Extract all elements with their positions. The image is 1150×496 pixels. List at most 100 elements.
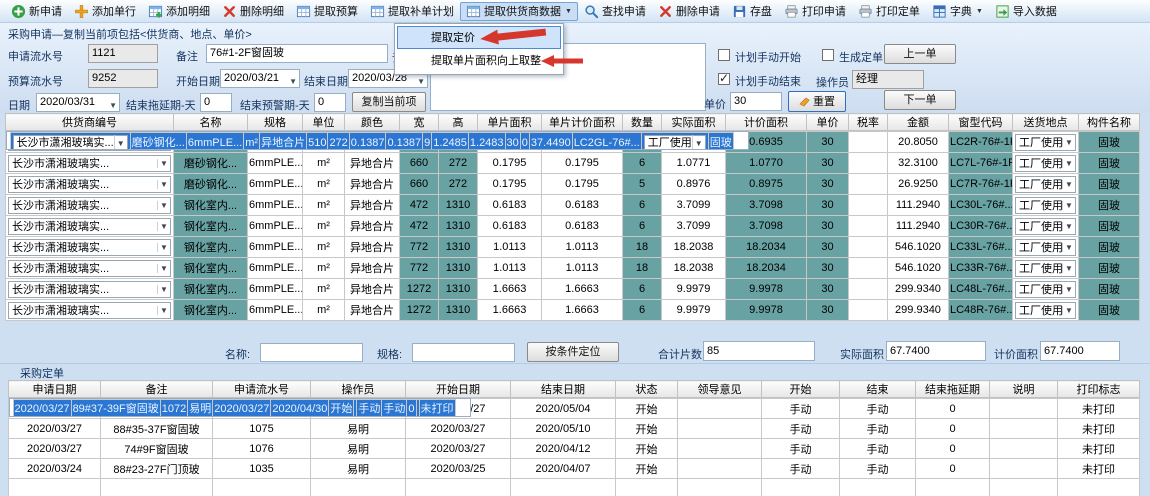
cell-tax-rate[interactable] [849,279,888,300]
cell-unit-price[interactable]: 30 [807,174,849,195]
cell-start-date[interactable]: 2020/03/27 [406,439,511,459]
cell-leader-opinion[interactable] [678,399,762,419]
cell-calc-area[interactable]: 3.7098 [726,216,807,237]
cell-end-date[interactable]: 2020/04/07 [511,459,616,479]
delivery-combobox[interactable]: 工厂使用▼ [1015,260,1076,277]
cell-piece-area[interactable]: 0.6183 [478,195,542,216]
cell-name[interactable]: 钢化室内... [174,300,248,321]
toolbar-button-new-apply[interactable]: 新申请 [5,2,68,21]
cell-width[interactable]: 472 [400,216,439,237]
detail-row[interactable]: 长沙市潇湘玻璃实...▼钢化室内...6mmPLE...m²异地合片472131… [6,216,1140,237]
cell-apply-no[interactable]: 1075 [213,419,311,439]
cell-start[interactable]: 手动 [762,419,840,439]
cell-amount[interactable]: 111.2940 [888,195,949,216]
cell-amount[interactable]: 20.8050 [888,132,949,153]
cell-name[interactable]: 钢化室内... [174,216,248,237]
cell-operator[interactable]: 易明 [311,439,406,459]
cell-amount[interactable]: 37.4490 [529,133,572,151]
cell-color[interactable]: 异地合片 [345,258,400,279]
locate-by-condition-button[interactable]: 按条件定位 [527,342,619,362]
budget-no-field[interactable]: 9252 [88,69,158,88]
cell-part-name[interactable]: 固玻 [1079,132,1140,153]
cell-qty[interactable]: 18 [623,258,662,279]
start-date-select[interactable]: 2020/03/21▼ [220,69,300,88]
cell-supplier[interactable]: 长沙市潇湘玻璃实...▼ [6,279,174,300]
detail-row[interactable]: 长沙市潇湘玻璃实...▼磨砂钢化...6mmPLE...m²异地合片510272… [6,131,749,150]
chevron-down-icon[interactable]: ▼ [157,243,170,252]
cell-piece-calc-area[interactable]: 0.1387 [386,133,423,151]
toolbar-button-save[interactable]: 存盘 [726,2,778,21]
cell-delivery[interactable]: 工厂使用▼ [1013,279,1079,300]
cell-start[interactable]: 手动 [762,399,840,419]
cell-end-date[interactable]: 2020/05/04 [511,399,616,419]
cell-unit[interactable]: m² [303,195,345,216]
chevron-down-icon[interactable]: ▼ [1062,222,1075,231]
cell-amount[interactable]: 299.9340 [888,279,949,300]
delivery-combobox[interactable]: 工厂使用▼ [644,135,706,151]
cell-remark[interactable]: 88#35-37F窗固玻 [101,419,213,439]
cell-name[interactable]: 钢化室内... [174,258,248,279]
cell-leader-opinion[interactable] [678,459,762,479]
cell-delivery[interactable]: 工厂使用▼ [1013,153,1079,174]
cell-piece-area[interactable]: 1.0113 [478,258,542,279]
delivery-combobox[interactable]: 工厂使用▼ [1015,218,1076,235]
cell-unit-price[interactable]: 30 [807,132,849,153]
cell-spec[interactable]: 6mmPLE... [186,133,243,151]
cell-window-code[interactable]: LC33R-76#... [949,258,1013,279]
cell-height[interactable]: 1310 [439,258,478,279]
chevron-down-icon[interactable]: ▼ [157,180,170,189]
cell-part-name[interactable]: 固玻 [1079,258,1140,279]
cell-unit-price[interactable]: 30 [807,153,849,174]
manual-start-checkbox[interactable] [718,49,730,61]
detail-row[interactable]: 长沙市潇湘玻璃实...▼钢化室内...6mmPLE...m²异地合片127213… [6,279,1140,300]
cell-color[interactable]: 异地合片 [345,279,400,300]
cell-calc-area[interactable]: 1.0770 [726,153,807,174]
cell-window-code[interactable]: LC7L-76#-1FO [949,153,1013,174]
cell-part-name[interactable]: 固玻 [1079,237,1140,258]
cell-piece-area[interactable]: 1.0113 [478,237,542,258]
cell-spec[interactable]: 6mmPLE... [248,216,303,237]
supplier-combobox[interactable]: 长沙市潇湘玻璃实...▼ [8,155,171,172]
cell-window-code[interactable]: LC48L-76#... [949,279,1013,300]
menu-item-round-up-piece-area[interactable]: 提取单片面积向上取整 [397,49,561,72]
cell-start[interactable]: 手动 [762,459,840,479]
detail-row[interactable]: 长沙市潇湘玻璃实...▼钢化室内...6mmPLE...m²异地合片127213… [6,300,1140,321]
reset-button[interactable]: 重置 [788,91,846,112]
cell-actual-area[interactable]: 0.8976 [662,174,726,195]
cell-end[interactable]: 手动 [840,399,916,419]
cell-spec[interactable]: 6mmPLE... [248,174,303,195]
cell-calc-area[interactable]: 18.2034 [726,237,807,258]
supplier-combobox[interactable]: 长沙市潇湘玻璃实...▼ [8,197,171,214]
cell-qty[interactable]: 6 [623,153,662,174]
cell-actual-area[interactable]: 18.2038 [662,237,726,258]
cell-print-flag[interactable]: 未打印 [1058,439,1140,459]
cell-piece-area[interactable]: 1.6663 [478,279,542,300]
toolbar-button-get-budget[interactable]: 提取预算 [290,2,364,21]
chevron-down-icon[interactable]: ▼ [157,264,170,273]
remark-field[interactable]: 76#1-2F窗固玻 [206,44,388,63]
cell-actual-area[interactable]: 1.0771 [662,153,726,174]
cell-piece-calc-area[interactable]: 1.0113 [542,258,623,279]
toolbar-button-delete-detail[interactable]: 删除明细 [216,2,290,21]
toolbar-button-dictionary[interactable]: 字典▼ [926,2,989,21]
cell-supplier[interactable]: 长沙市潇湘玻璃实...▼ [6,216,174,237]
supplier-combobox[interactable]: 长沙市潇湘玻璃实...▼ [8,260,171,277]
cell-supplier[interactable]: 长沙市潇湘玻璃实...▼ [6,153,174,174]
detail-row[interactable]: 长沙市潇湘玻璃实...▼钢化室内...6mmPLE...m²异地合片772131… [6,258,1140,279]
cell-piece-area[interactable]: 0.1795 [478,153,542,174]
cell-unit-price[interactable]: 30 [807,279,849,300]
cell-note[interactable] [990,459,1058,479]
cell-amount[interactable]: 111.2940 [888,216,949,237]
cell-name[interactable]: 磨砂钢化... [130,133,186,151]
cell-start-date[interactable]: 2020/03/27 [213,400,271,418]
cell-piece-area[interactable]: 0.1387 [349,133,386,151]
cell-amount[interactable]: 32.3100 [888,153,949,174]
cell-part-name[interactable]: 固玻 [1079,153,1140,174]
cell-status[interactable]: 开始 [616,439,678,459]
cell-window-code[interactable]: LC2R-76#-1F [949,132,1013,153]
cell-remark[interactable]: 74#9F窗固玻 [101,439,213,459]
cell-tax-rate[interactable] [849,174,888,195]
toolbar-button-add-row[interactable]: 添加单行 [68,2,142,21]
chevron-down-icon[interactable]: ▼ [1062,159,1075,168]
cell-width[interactable]: 772 [400,258,439,279]
